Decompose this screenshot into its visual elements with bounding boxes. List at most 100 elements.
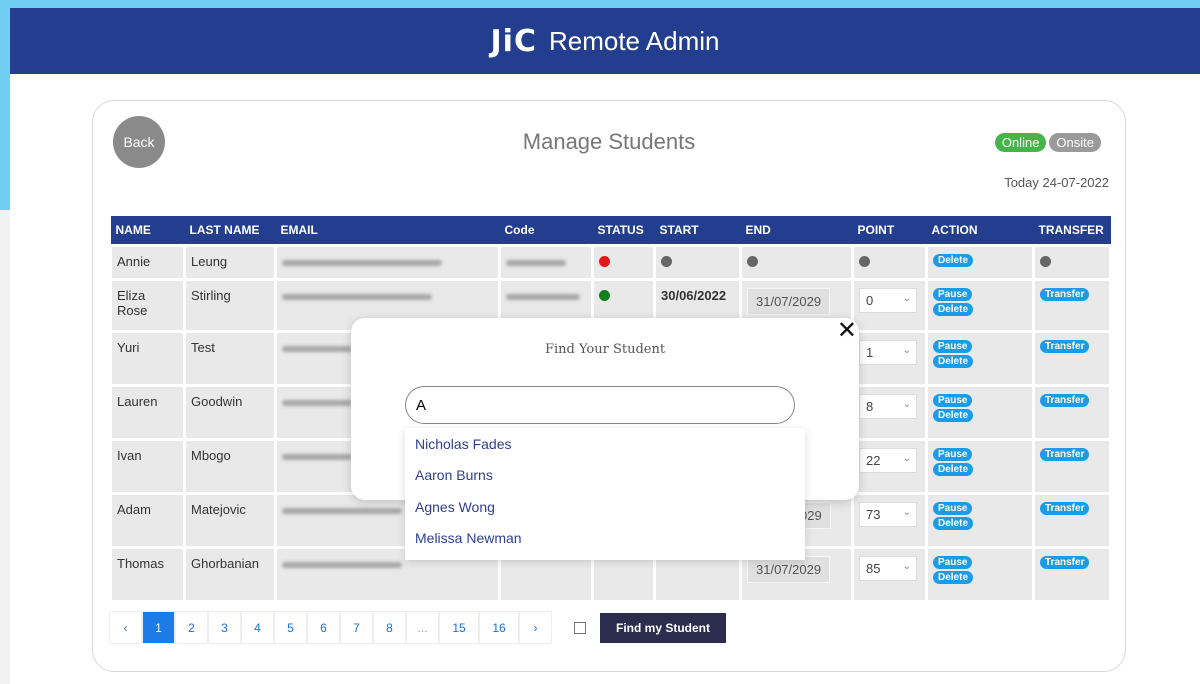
chevron-down-icon: ⌄ [902, 453, 911, 464]
page-title: Manage Students [522, 129, 696, 154]
app-title: Remote Admin [548, 25, 720, 56]
delete-button[interactable]: Delete [933, 355, 974, 368]
cell-code-redacted [498, 244, 594, 281]
empty-dot-icon [1040, 256, 1051, 267]
select-checkbox[interactable] [574, 621, 586, 634]
cell-name: Ivan [109, 438, 186, 495]
cell-action: Pause Delete [925, 384, 1035, 441]
col-name: NAME [110, 216, 185, 246]
pause-button[interactable]: Pause [933, 556, 973, 569]
page-3[interactable]: 3 [208, 611, 241, 644]
page-8[interactable]: 8 [373, 611, 406, 644]
cell-transfer: Transfer [1032, 492, 1112, 549]
point-select[interactable]: 8 ⌄ [859, 394, 917, 419]
page-5[interactable]: 5 [274, 611, 307, 644]
cell-last-name: Stirling [183, 278, 277, 333]
jic-logo: JiC [490, 23, 537, 59]
pause-button[interactable]: Pause [933, 340, 973, 353]
point-select[interactable]: 1 ⌄ [859, 340, 917, 365]
cell-action: Pause Delete [925, 546, 1035, 603]
suggestion-item[interactable]: Agnes Wong [405, 491, 805, 523]
find-student-button[interactable]: Find my Student [600, 612, 726, 643]
transfer-button[interactable]: Transfer [1040, 340, 1090, 353]
point-select[interactable]: 73 ⌄ [859, 502, 917, 527]
cell-transfer: Transfer [1032, 384, 1112, 441]
transfer-button[interactable]: Transfer [1040, 448, 1090, 461]
empty-dot-icon [661, 256, 672, 267]
col-code: Code [499, 216, 593, 246]
cell-last-name: Goodwin [183, 384, 277, 441]
pagination-next[interactable]: › [519, 611, 552, 644]
page-ellipsis: ... [406, 611, 439, 644]
cell-end [739, 244, 854, 281]
pagination: ‹ 1 2 3 4 5 6 7 8 ... 15 16 › Find my St… [109, 611, 726, 644]
onsite-toggle[interactable]: Onsite [1049, 133, 1101, 152]
pause-button[interactable]: Pause [933, 448, 973, 461]
delete-button[interactable]: Delete [933, 463, 974, 476]
table-header: NAME LAST NAME EMAIL Code STATUS START E… [110, 216, 1111, 246]
page-15[interactable]: 15 [439, 611, 479, 644]
cell-action: Delete [925, 244, 1035, 281]
cell-point [851, 244, 928, 281]
page-2[interactable]: 2 [175, 611, 208, 644]
page-4[interactable]: 4 [241, 611, 274, 644]
status-dot-icon [599, 290, 610, 301]
pause-button[interactable]: Pause [933, 288, 973, 301]
col-end: END [740, 216, 853, 246]
col-point: POINT [852, 216, 927, 246]
cell-last-name: Matejovic [183, 492, 277, 549]
cell-point: 0 ⌄ [851, 278, 928, 333]
cell-point: 73 ⌄ [851, 492, 928, 549]
end-date-field[interactable]: 31/07/2029 [747, 288, 831, 315]
cell-action: Pause Delete [925, 278, 1035, 333]
end-date-field[interactable]: 31/07/2029 [747, 556, 831, 583]
suggestion-item[interactable]: Melissa Newman [405, 523, 805, 555]
delete-button[interactable]: Delete [933, 303, 974, 316]
col-transfer: TRANSFER [1033, 216, 1111, 246]
empty-dot-icon [747, 256, 758, 267]
pagination-prev[interactable]: ‹ [109, 611, 142, 644]
chevron-down-icon: ⌄ [902, 561, 911, 572]
delete-button[interactable]: Delete [933, 517, 974, 530]
chevron-down-icon: ⌄ [902, 293, 911, 304]
point-select[interactable]: 22 ⌄ [859, 448, 917, 473]
col-last-name: LAST NAME [184, 216, 276, 246]
left-edge-strip [0, 210, 10, 684]
close-icon[interactable]: ✕ [837, 316, 857, 345]
suggestion-item[interactable]: Aaron Burns [405, 460, 805, 492]
cell-point: 22 ⌄ [851, 438, 928, 495]
status-dot-icon [599, 256, 610, 267]
cell-transfer: Transfer [1032, 438, 1112, 495]
suggestion-item[interactable]: Nicholas Fades [405, 428, 805, 460]
page-1[interactable]: 1 [142, 611, 175, 644]
transfer-button[interactable]: Transfer [1040, 556, 1090, 569]
point-select[interactable]: 85 ⌄ [859, 556, 917, 581]
transfer-button[interactable]: Transfer [1040, 288, 1090, 301]
chevron-down-icon: ⌄ [902, 345, 911, 356]
cell-email-redacted [274, 244, 501, 281]
search-suggestions: Nicholas Fades Aaron Burns Agnes Wong Me… [405, 428, 805, 560]
cell-transfer: Transfer [1032, 546, 1112, 603]
empty-dot-icon [859, 256, 870, 267]
student-search-input[interactable] [405, 386, 795, 424]
delete-button[interactable]: Delete [933, 254, 974, 267]
point-select[interactable]: 0 ⌄ [859, 288, 917, 313]
cell-action: Pause Delete [925, 438, 1035, 495]
delete-button[interactable]: Delete [933, 409, 974, 422]
delete-button[interactable]: Delete [933, 571, 974, 584]
pause-button[interactable]: Pause [933, 394, 973, 407]
online-toggle[interactable]: Online [994, 133, 1047, 152]
chevron-down-icon: ⌄ [902, 399, 911, 410]
page-7[interactable]: 7 [340, 611, 373, 644]
modal-title: Find Your Student [544, 342, 666, 357]
transfer-button[interactable]: Transfer [1040, 394, 1090, 407]
pause-button[interactable]: Pause [933, 502, 973, 515]
app-header: JiC Remote Admin [10, 8, 1200, 74]
page-16[interactable]: 16 [479, 611, 519, 644]
page-6[interactable]: 6 [307, 611, 340, 644]
mode-toggle: Online Onsite [994, 133, 1101, 152]
cell-name: Yuri [109, 330, 186, 387]
cell-status [591, 244, 656, 281]
cell-name: Annie [109, 244, 186, 281]
transfer-button[interactable]: Transfer [1040, 502, 1090, 515]
